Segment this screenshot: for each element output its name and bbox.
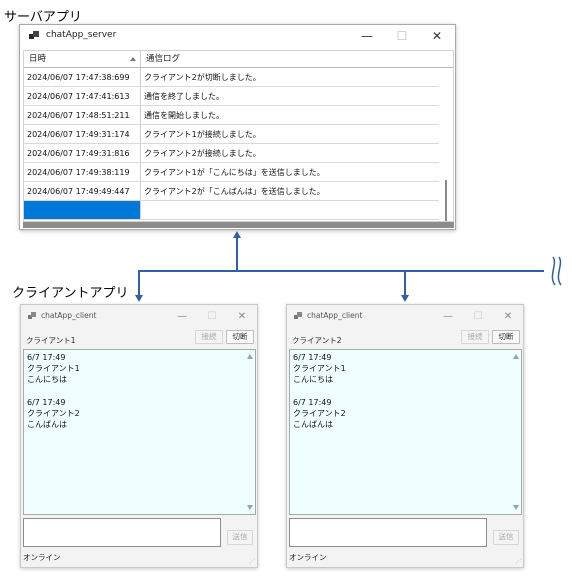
table-row[interactable]: 2024/06/07 17:47:41:613 通信を終了しました。	[24, 87, 453, 106]
cell-time: 2024/06/07 17:49:31:816	[24, 144, 141, 162]
connect-button[interactable]: 接続	[195, 330, 223, 344]
minimize-button[interactable]: —	[167, 305, 197, 328]
client-window-2: chatApp_client — ☐ ✕ クライアント2 接続 切断 6/7 1…	[286, 304, 524, 568]
cell-log: 通信を終了しました。	[144, 92, 224, 101]
column-header-datetime[interactable]: 日時	[24, 51, 141, 67]
log-line: 6/7 17:49	[27, 397, 66, 407]
log-line: こんにちは	[27, 375, 67, 385]
cell-log: クライアント2が接続しました。	[144, 149, 261, 158]
new-row[interactable]	[24, 201, 453, 220]
scroll-up-icon[interactable]	[513, 354, 519, 359]
client-titlebar: chatApp_client — ☐ ✕	[21, 305, 257, 328]
server-app-caption: サーバアプリ	[4, 10, 82, 25]
vertical-scrollbar[interactable]	[244, 350, 255, 514]
vertical-scrollbar[interactable]	[439, 68, 453, 221]
message-input[interactable]	[289, 518, 487, 547]
scroll-up-icon[interactable]	[247, 354, 253, 359]
cell-time: 2024/06/07 17:47:41:613	[24, 87, 141, 105]
scroll-down-icon[interactable]	[513, 505, 519, 510]
cell-log: クライアント1が「こんにちは」を送信しました。	[144, 168, 325, 177]
grid-header: 日時 通信ログ	[24, 51, 453, 68]
table-row[interactable]: 2024/06/07 17:49:31:816 クライアント2が接続しました。	[24, 144, 453, 163]
client-app-caption: クライアントアプリ	[12, 286, 129, 301]
cell-log: クライアント2が切断しました。	[144, 73, 261, 82]
table-row[interactable]: 2024/06/07 17:47:38:699 クライアント2が切断しました。	[24, 68, 453, 87]
log-line: こんばんは	[293, 420, 333, 430]
minimize-button[interactable]: —	[433, 305, 463, 328]
server-window: chatApp_server — ☐ ✕ 日時 通信ログ 2024/06/07 …	[19, 24, 456, 230]
chat-log-textbox[interactable]: 6/7 17:49 クライアント1 こんにちは 6/7 17:49 クライアント…	[289, 349, 522, 515]
cell-time: 2024/06/07 17:48:51:211	[24, 106, 141, 124]
close-button[interactable]: ✕	[227, 305, 257, 328]
empty-cell[interactable]	[141, 201, 438, 219]
cell-log: 通信を開始しました。	[144, 111, 224, 120]
close-button[interactable]: ✕	[420, 25, 454, 48]
server-titlebar: chatApp_server — ☐ ✕	[20, 25, 455, 48]
selected-cell[interactable]	[24, 201, 141, 219]
scrollbar-thumb[interactable]	[445, 180, 447, 221]
app-icon	[28, 312, 36, 320]
window-title: chatApp_client	[307, 311, 363, 320]
log-line: 6/7 17:49	[27, 353, 66, 362]
close-button[interactable]: ✕	[493, 305, 523, 328]
column-header-log[interactable]: 通信ログ	[141, 51, 438, 67]
maximize-button[interactable]: ☐	[197, 305, 227, 328]
cell-time: 2024/06/07 17:49:38:119	[24, 163, 141, 181]
arrow-up-icon	[233, 231, 241, 238]
window-title: chatApp_server	[46, 30, 117, 40]
connector-vertical-client1	[138, 270, 140, 296]
maximize-button[interactable]: ☐	[463, 305, 493, 328]
vertical-scrollbar[interactable]	[510, 350, 521, 514]
send-button[interactable]: 送信	[493, 530, 519, 545]
connector-vertical-client2	[404, 270, 406, 296]
minimize-button[interactable]: —	[350, 25, 384, 48]
table-row[interactable]: 2024/06/07 17:49:38:119 クライアント1が「こんにちは」を…	[24, 163, 453, 182]
table-row[interactable]: 2024/06/07 17:48:51:211 通信を開始しました。	[24, 106, 453, 125]
status-label: オンライン	[289, 553, 327, 562]
log-line: クライアント2	[293, 408, 346, 418]
maximize-button[interactable]: ☐	[385, 25, 419, 48]
app-icon	[294, 312, 302, 320]
arrow-down-icon	[401, 295, 409, 302]
resize-grip-icon[interactable]: ⋰	[515, 558, 521, 565]
log-line: こんばんは	[27, 420, 67, 430]
resize-grip-icon[interactable]: ⋰	[249, 558, 255, 565]
client-name-label: クライアント1	[26, 336, 76, 345]
scroll-down-icon[interactable]	[247, 505, 253, 510]
cell-time: 2024/06/07 17:49:49:447	[24, 182, 141, 200]
connect-button[interactable]: 接続	[461, 330, 489, 344]
log-line: 6/7 17:49	[293, 397, 332, 407]
cell-time: 2024/06/07 17:47:38:699	[24, 68, 141, 86]
log-line: 6/7 17:49	[293, 353, 332, 362]
cell-log: クライアント2が「こんばんは」を送信しました。	[144, 187, 325, 196]
client-titlebar: chatApp_client — ☐ ✕	[287, 305, 523, 328]
message-input[interactable]	[23, 518, 221, 547]
disconnect-button[interactable]: 切断	[492, 330, 520, 344]
arrow-down-icon	[135, 295, 143, 302]
chat-log-textbox[interactable]: 6/7 17:49 クライアント1 こんにちは 6/7 17:49 クライアント…	[23, 349, 256, 515]
cell-log: クライアント1が接続しました。	[144, 130, 261, 139]
horizontal-scrollbar[interactable]	[23, 222, 454, 228]
cell-time: 2024/06/07 17:49:31:174	[24, 125, 141, 143]
table-row[interactable]: 2024/06/07 17:49:49:447 クライアント2が「こんばんは」を…	[24, 182, 453, 201]
log-line: クライアント2	[27, 408, 80, 418]
log-line: クライアント1	[293, 364, 346, 374]
log-line: クライアント1	[27, 364, 80, 374]
sort-ascending-icon	[130, 57, 136, 61]
send-button[interactable]: 送信	[227, 530, 253, 545]
window-title: chatApp_client	[41, 311, 97, 320]
connector-vertical-server	[236, 238, 238, 272]
disconnect-button[interactable]: 切断	[226, 330, 254, 344]
client-window-1: chatApp_client — ☐ ✕ クライアント1 接続 切断 6/7 1…	[20, 304, 258, 568]
break-mark-icon	[551, 256, 562, 286]
app-icon	[29, 31, 39, 41]
table-row[interactable]: 2024/06/07 17:49:31:174 クライアント1が接続しました。	[24, 125, 453, 144]
connector-horizontal	[138, 270, 544, 272]
log-line: こんにちは	[293, 375, 333, 385]
status-label: オンライン	[23, 553, 61, 562]
log-grid[interactable]: 日時 通信ログ 2024/06/07 17:47:38:699 クライアント2が…	[23, 50, 454, 222]
client-name-label: クライアント2	[292, 336, 342, 345]
